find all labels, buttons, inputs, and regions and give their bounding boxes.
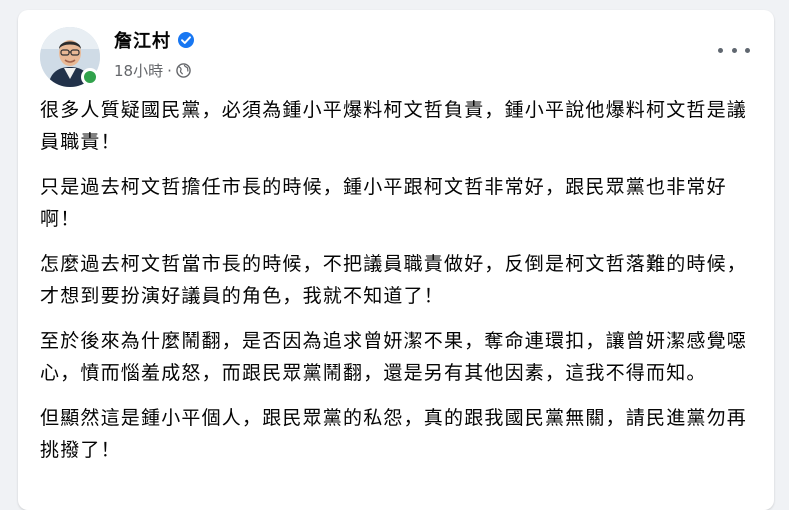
post-meta: 18小時 · [114,60,191,81]
post-paragraph: 但顯然這是鍾小平個人，跟民眾黨的私怨，真的跟我國民黨無關，請民進黨勿再挑撥了！ [40,407,748,461]
more-options-icon [731,47,737,53]
post-body: 很多人質疑國民黨，必須為鍾小平爆料柯文哲負責，鍾小平說他爆料柯文哲是議員職責！ … [40,94,760,479]
globe-icon[interactable] [176,63,191,78]
more-options-icon [718,47,723,53]
online-status-dot [81,68,99,86]
post-header-author: 詹江村 [114,27,195,53]
post-timestamp-link[interactable]: 18小時 [114,60,163,81]
post-paragraph: 只是過去柯文哲擔任市長的時候，鍾小平跟柯文哲非常好，跟民眾黨也非常好啊！ [40,176,727,230]
meta-separator: · [167,61,172,80]
verified-badge-icon [177,31,195,49]
more-options-button[interactable] [718,40,750,60]
more-options-icon [745,47,750,53]
author-name-link[interactable]: 詹江村 [114,27,171,53]
post-paragraph: 很多人質疑國民黨，必須為鍾小平爆料柯文哲負責，鍾小平說他爆料柯文哲是議員職責！ [40,99,748,153]
post-paragraph: 怎麼過去柯文哲當市長的時候，不把議員職責做好，反倒是柯文哲落難的時候，才想到要扮… [40,253,748,307]
post-paragraph: 至於後來為什麼鬧翻，是否因為追求曾妍潔不果，奪命連環扣，讓曾妍潔感覺噁心，憤而惱… [40,330,748,384]
post-card: 詹江村 18小時 · 很多人質疑國民黨，必須為鍾小平爆料柯文哲負責，鍾小平說他爆… [18,10,774,510]
